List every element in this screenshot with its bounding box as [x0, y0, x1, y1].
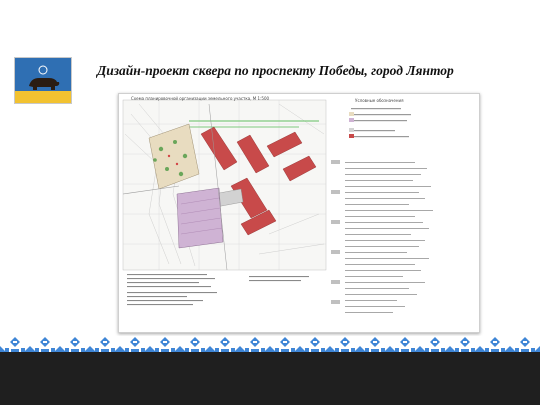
legend-heading: Условные обозначения [355, 98, 404, 103]
bear-flag-icon [14, 57, 72, 104]
slide-title: Дизайн-проект сквера по проспекту Победы… [97, 63, 454, 78]
site-plan-drawing: Схема планировочной организации земельно… [118, 93, 480, 333]
slide: Дизайн-проект сквера по проспекту Победы… [0, 0, 540, 352]
plan-heading: Схема планировочной организации земельно… [131, 96, 270, 101]
footer-band [0, 352, 540, 405]
